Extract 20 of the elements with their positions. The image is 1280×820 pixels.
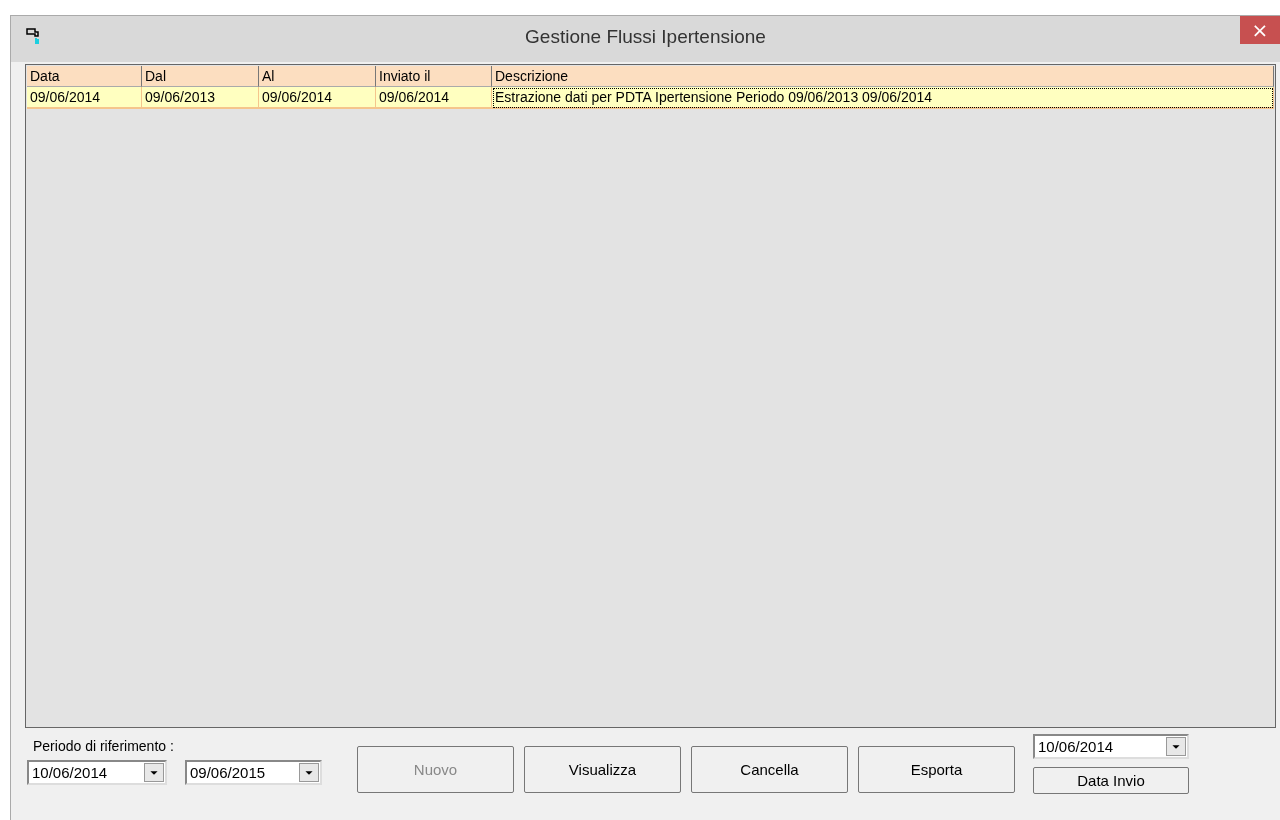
send-date-button[interactable]: Data Invio xyxy=(1033,767,1189,794)
action-button[interactable]: Cancella xyxy=(691,746,848,793)
table-cell[interactable]: 09/06/2013 xyxy=(142,87,259,109)
date-dropdown[interactable]: 10/06/2014 xyxy=(27,760,167,785)
table-cell[interactable]: Estrazione dati per PDTA Ipertensione Periodo 09/06/2013 09/06/2014 xyxy=(492,87,1274,109)
table-cell[interactable]: 09/06/2014 xyxy=(27,87,142,109)
column-header[interactable]: Dal xyxy=(142,66,259,87)
column-header[interactable]: Data xyxy=(27,66,142,87)
column-header[interactable]: Al xyxy=(259,66,376,87)
column-header[interactable]: Descrizione xyxy=(492,66,1274,87)
date-dropdown[interactable]: 10/06/2014 xyxy=(1033,734,1189,759)
action-button[interactable]: Esporta xyxy=(858,746,1015,793)
period-label: Periodo di riferimento : xyxy=(32,738,175,754)
window-title: Gestione Flussi Ipertensione xyxy=(524,25,767,48)
close-button[interactable]: × xyxy=(1240,16,1280,44)
table-cell[interactable]: 09/06/2014 xyxy=(376,87,492,109)
table-cell[interactable]: 09/06/2014 xyxy=(259,87,376,109)
action-button[interactable]: Visualizza xyxy=(524,746,681,793)
date-dropdown[interactable]: 09/06/2015 xyxy=(185,760,322,785)
column-header[interactable]: Inviato il xyxy=(376,66,492,87)
